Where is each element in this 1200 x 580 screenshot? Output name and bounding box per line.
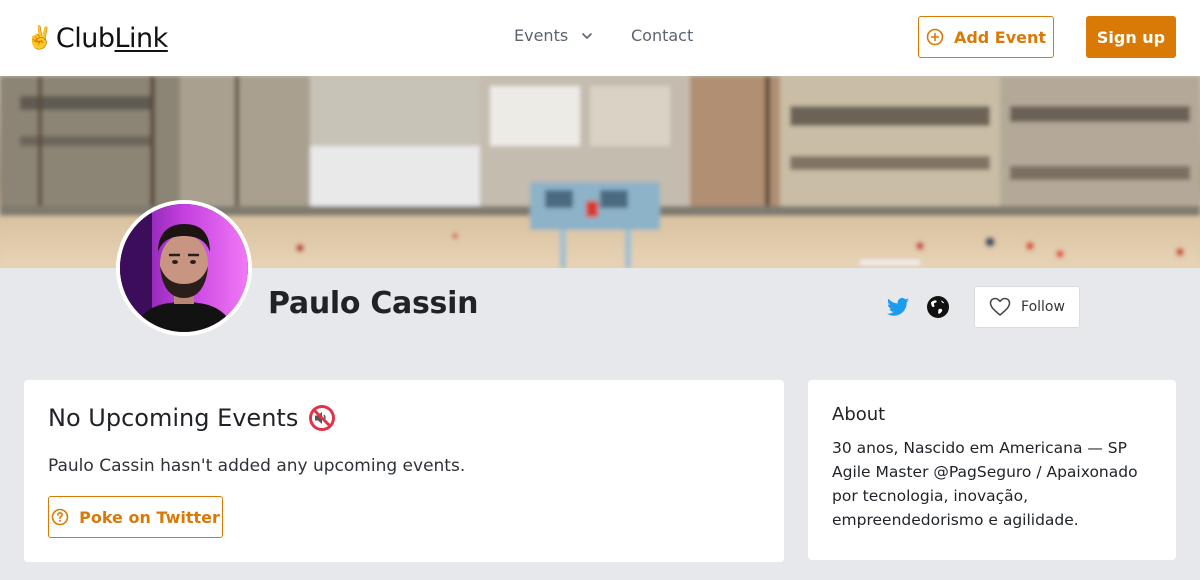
twitter-icon[interactable] [886, 295, 910, 319]
nav-events-dropdown[interactable]: Events [514, 26, 594, 45]
globe-icon[interactable] [926, 295, 950, 319]
sign-up-button[interactable]: Sign up [1086, 16, 1176, 58]
profile-name: Paulo Cassin [268, 286, 479, 321]
plus-circle-icon [926, 28, 944, 46]
about-card: About 30 anos, Nascido em Americana — SP… [808, 380, 1176, 560]
upcoming-events-card: No Upcoming Events Paulo Cassin hasn't a… [24, 380, 784, 562]
top-nav-bar: ✌️ Club Link Events Contact Add Event Si… [0, 0, 1200, 76]
about-heading: About [832, 404, 886, 425]
no-events-description: Paulo Cassin hasn't added any upcoming e… [48, 456, 466, 476]
poke-on-twitter-button[interactable]: Poke on Twitter [48, 496, 223, 538]
add-event-label: Add Event [953, 27, 1047, 47]
heart-icon [989, 297, 1011, 316]
events-card-title: No Upcoming Events [48, 404, 299, 432]
poke-label: Poke on Twitter [79, 507, 220, 527]
follow-button[interactable]: Follow [974, 286, 1080, 328]
clublink-logo[interactable]: ✌️ Club Link [26, 20, 168, 56]
nav-contact-link[interactable]: Contact [631, 26, 693, 45]
peace-hand-icon: ✌️ [26, 25, 53, 51]
chevron-down-icon [582, 32, 592, 39]
no-upcoming-events-heading: No Upcoming Events [48, 404, 336, 432]
add-event-button[interactable]: Add Event [918, 16, 1054, 58]
nav-events-label: Events [514, 26, 569, 45]
about-bio-text: 30 anos, Nascido em Americana — SP Agile… [832, 439, 1138, 529]
question-circle-icon [51, 508, 69, 526]
follow-label: Follow [1021, 299, 1065, 315]
logo-text-club: Club [55, 22, 115, 54]
muted-speaker-icon [309, 405, 336, 431]
profile-avatar [116, 200, 252, 336]
logo-text-link: Link [114, 22, 169, 54]
